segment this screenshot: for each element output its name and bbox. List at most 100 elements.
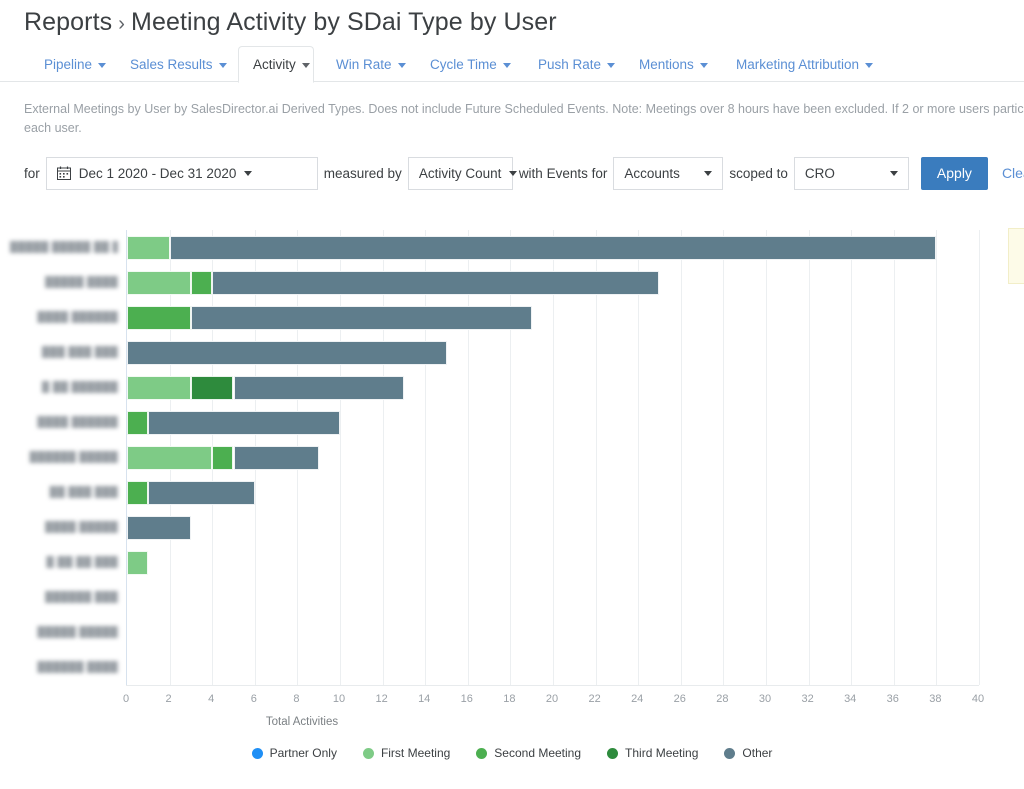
breadcrumb: Reports › Meeting Activity by SDai Type by…	[24, 8, 557, 37]
legend-item-second-meeting[interactable]: Second Meeting	[476, 746, 581, 760]
bar-segment-first-meeting[interactable]	[127, 550, 149, 575]
bar-segment-other[interactable]	[190, 305, 532, 330]
x-axis-tick-label: 40	[971, 693, 985, 705]
clear-button[interactable]: Clear	[1002, 165, 1024, 181]
x-axis-tick-label: 18	[503, 693, 516, 705]
legend-item-third-meeting[interactable]: Third Meeting	[607, 746, 698, 760]
x-axis-tick-label: 16	[460, 693, 473, 705]
y-axis-tick-label: ██ ███ ███	[49, 485, 118, 498]
chevron-down-icon	[218, 62, 227, 68]
x-axis-tick-label: 24	[631, 693, 644, 705]
y-axis-tick-label: ████ ██████	[37, 415, 118, 428]
tab-cycle-time[interactable]: Cycle Time	[416, 46, 521, 82]
bar-segment-second-meeting[interactable]	[127, 480, 149, 505]
chevron-down-icon	[244, 170, 253, 176]
tab-label: Marketing Attribution	[736, 56, 860, 72]
y-axis-tick-label: ████ █████	[45, 520, 118, 533]
gridline	[808, 230, 810, 685]
scoped-to-select[interactable]: CRO	[793, 156, 909, 190]
y-axis-labels: █████ █████ ██ █ █████ ████ ████ ██████ ███…	[6, 230, 118, 685]
tab-activity[interactable]: Activity	[238, 46, 314, 83]
plot-area	[126, 230, 980, 685]
x-axis-tick-label: 4	[208, 693, 215, 705]
x-axis-tick-label: 38	[929, 693, 942, 705]
x-axis-tick-label: 34	[844, 693, 857, 705]
bar-segment-other[interactable]	[148, 480, 255, 505]
activity-chart: █████ █████ ██ █ █████ ████ ████ ██████ ███…	[0, 210, 1024, 730]
gridline	[467, 230, 469, 685]
bar-segment-second-meeting[interactable]	[190, 270, 213, 295]
bar-segment-other[interactable]	[127, 515, 191, 540]
x-axis-line	[126, 685, 979, 686]
x-axis-tick-label: 36	[886, 693, 899, 705]
bar-segment-third-meeting[interactable]	[190, 375, 234, 400]
legend-swatch-icon	[362, 747, 374, 759]
legend-item-partner-only[interactable]: Partner Only	[251, 746, 337, 760]
tab-win-rate[interactable]: Win Rate	[322, 46, 414, 82]
bar-segment-second-meeting[interactable]	[127, 305, 191, 330]
measured-by-select[interactable]: Activity Count	[407, 156, 518, 190]
scoped-to-value: CRO	[804, 165, 835, 181]
chevron-down-icon	[502, 62, 511, 68]
bar-segment-first-meeting[interactable]	[127, 235, 170, 260]
chevron-down-icon	[865, 62, 874, 68]
x-axis-tick-label: 30	[758, 693, 772, 705]
x-axis-tick-label: 8	[293, 693, 300, 705]
x-axis-tick-label: 10	[332, 693, 346, 705]
x-axis-tick-label: 26	[673, 693, 686, 705]
x-axis-title: Total Activities	[265, 716, 339, 728]
bar-segment-other[interactable]	[148, 410, 340, 435]
chevron-down-icon	[699, 62, 708, 68]
tab-mentions[interactable]: Mentions	[625, 46, 718, 82]
bar-segment-first-meeting[interactable]	[127, 375, 191, 400]
chevron-down-icon	[397, 62, 406, 68]
legend-item-other[interactable]: Other	[724, 746, 772, 760]
chevron-down-icon	[301, 63, 310, 68]
tab-marketing-attribution[interactable]: Marketing Attribution	[722, 46, 885, 82]
x-axis-tick-label: 14	[418, 693, 431, 705]
apply-button[interactable]: Apply	[920, 156, 988, 190]
report-description: External Meetings by User by SalesDirect…	[24, 102, 1024, 135]
tab-push-rate[interactable]: Push Rate	[524, 46, 621, 82]
bar-segment-other[interactable]	[233, 445, 319, 470]
gridline	[851, 230, 853, 685]
chevron-down-icon	[98, 62, 107, 68]
bar-segment-other[interactable]	[127, 340, 447, 365]
scoped-to-label: scoped to	[729, 165, 788, 181]
tab-pipeline[interactable]: Pipeline	[30, 46, 116, 82]
gridline	[766, 230, 767, 685]
x-axis-tick-label: 6	[250, 693, 257, 705]
legend-swatch-icon	[476, 747, 488, 759]
filter-bar: for Dec 1 2020 - Dec 31 2020 measured by	[24, 156, 1024, 190]
legend-label: Other	[742, 746, 773, 760]
legend-item-first-meeting[interactable]: First Meeting	[362, 746, 450, 760]
bar-segment-second-meeting[interactable]	[212, 445, 234, 470]
tooltip-panel-sliver	[1008, 228, 1024, 284]
breadcrumb-root[interactable]: Reports	[24, 8, 112, 36]
chevron-down-icon	[509, 170, 518, 176]
bar-segment-other[interactable]	[212, 270, 660, 295]
chart-legend: Partner Only First Meeting Second Meeting T…	[0, 746, 1024, 760]
with-events-select[interactable]: Accounts	[613, 156, 724, 190]
y-axis-tick-label: ██████ █████	[29, 450, 118, 463]
report-tabbar: Pipeline Sales Results Activity Win Rate Cyc…	[0, 46, 1024, 83]
tab-sales-results[interactable]: Sales Results	[116, 46, 233, 82]
y-axis-tick-label: █████ █████ ██ █	[10, 240, 118, 253]
date-range-picker[interactable]: Dec 1 2020 - Dec 31 2020	[45, 156, 318, 190]
bar-segment-second-meeting[interactable]	[127, 410, 149, 435]
breadcrumb-separator-icon: ›	[118, 13, 126, 35]
x-axis-tick-label: 2	[165, 693, 172, 705]
bar-segment-other[interactable]	[233, 375, 404, 400]
tab-label: Push Rate	[538, 56, 602, 72]
y-axis-tick-label: ███ ███ ███	[41, 345, 118, 358]
legend-swatch-icon	[251, 747, 263, 759]
gridline	[340, 230, 341, 685]
bar-segment-first-meeting[interactable]	[127, 270, 191, 295]
legend-label: Third Meeting	[625, 746, 699, 760]
gridline	[680, 230, 682, 685]
bar-segment-first-meeting[interactable]	[127, 445, 213, 470]
y-axis-tick-label: █████ ████	[45, 275, 118, 288]
measured-by-value: Activity Count	[418, 165, 502, 181]
bar-segment-other[interactable]	[169, 235, 937, 260]
with-events-value: Accounts	[624, 165, 680, 181]
